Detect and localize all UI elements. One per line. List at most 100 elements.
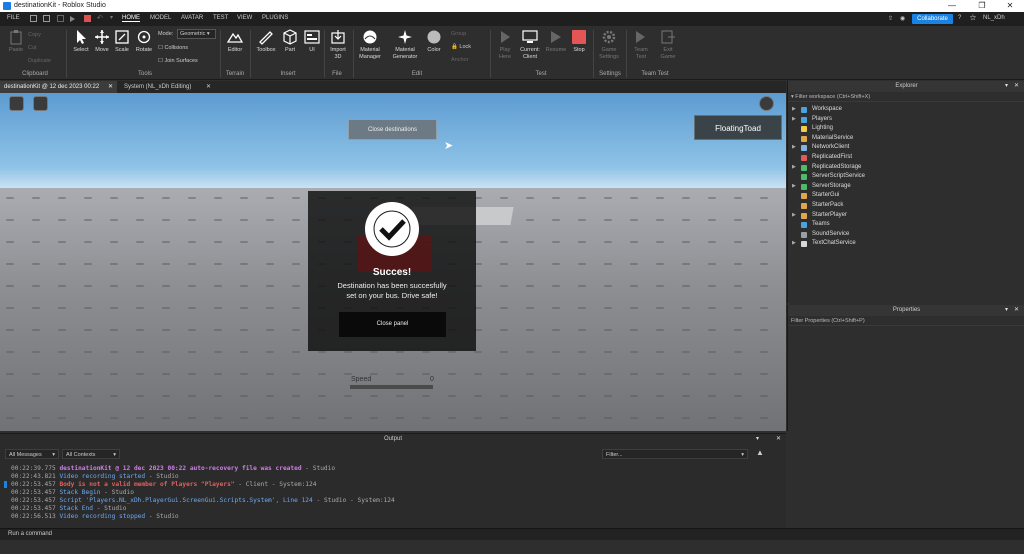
import-icon bbox=[331, 30, 345, 44]
chevron-right-icon[interactable]: ▶ bbox=[792, 182, 796, 192]
lock-button[interactable]: 🔒 Lock bbox=[451, 44, 471, 50]
contexts-filter-dropdown[interactable]: All Contexts ▾ bbox=[62, 449, 120, 459]
tab-model[interactable]: MODEL bbox=[150, 15, 171, 21]
paste-button[interactable]: Paste bbox=[5, 29, 27, 54]
chevron-right-icon[interactable]: ▶ bbox=[792, 105, 796, 115]
resume-button[interactable]: Resume bbox=[545, 29, 567, 54]
command-bar[interactable]: Run a command bbox=[0, 528, 1024, 540]
clear-output-icon[interactable]: ▲ bbox=[756, 448, 764, 457]
explorer-item[interactable]: Teams bbox=[788, 220, 1024, 230]
toolbox-button[interactable]: Toolbox bbox=[253, 29, 279, 54]
chevron-down-icon[interactable]: ▾ bbox=[1005, 82, 1008, 89]
part-button[interactable]: Part bbox=[281, 29, 299, 54]
close-icon[interactable]: ✕ bbox=[1014, 306, 1019, 313]
messages-filter-dropdown[interactable]: All Messages ▾ bbox=[5, 449, 59, 459]
exit-game-button[interactable]: Exit Game bbox=[656, 29, 680, 61]
stop-icon[interactable] bbox=[84, 15, 91, 22]
terrain-editor-button[interactable]: Editor bbox=[224, 29, 246, 54]
tab-system-script[interactable]: System (NL_xDh Editing) ✕ bbox=[120, 81, 215, 93]
explorer-item[interactable]: StarterPack bbox=[788, 201, 1024, 211]
explorer-item[interactable]: ▶ StarterPlayer bbox=[788, 211, 1024, 221]
game-settings-button[interactable]: Game Settings bbox=[596, 29, 622, 61]
chevron-down-icon[interactable]: ▾ bbox=[1005, 306, 1008, 313]
ui-button[interactable]: UI bbox=[303, 29, 321, 54]
material-manager-button[interactable]: Material Manager bbox=[355, 29, 385, 61]
tab-plugins[interactable]: PLUGINS bbox=[262, 15, 288, 21]
undo-icon[interactable]: ↶ bbox=[97, 14, 104, 22]
rotate-button[interactable]: Rotate bbox=[133, 29, 155, 54]
current-client-button[interactable]: Current: Client bbox=[517, 29, 543, 61]
select-button[interactable]: Select bbox=[71, 29, 91, 54]
explorer-item[interactable]: ▶ Workspace bbox=[788, 105, 1024, 115]
explorer-item[interactable]: ▶ TextChatService bbox=[788, 239, 1024, 249]
restore-icon[interactable]: ❐ bbox=[968, 1, 996, 11]
open-file-icon[interactable] bbox=[43, 15, 50, 22]
share-link-icon[interactable]: ⚝ bbox=[970, 15, 976, 22]
import3d-button[interactable]: Import 3D bbox=[326, 29, 350, 61]
mode-select[interactable]: Geometric ▾ bbox=[177, 29, 216, 39]
tab-destinationkit[interactable]: destinationKit @ 12 dec 2023 00:22 ✕ bbox=[0, 81, 117, 93]
close-icon[interactable]: ✕ bbox=[776, 435, 781, 442]
explorer-filter-input[interactable]: ▾ Filter workspace (Ctrl+Shift+X) bbox=[788, 93, 1024, 102]
explorer-item[interactable]: MaterialService bbox=[788, 134, 1024, 144]
chevron-right-icon[interactable]: ▶ bbox=[792, 115, 796, 125]
user-name[interactable]: NL_xDh bbox=[983, 15, 1005, 21]
close-icon[interactable]: ✕ bbox=[108, 83, 113, 90]
output-filter-input[interactable]: Filter... ▾ bbox=[602, 449, 748, 459]
save-icon[interactable] bbox=[57, 15, 64, 22]
share-icon[interactable]: ⇧ bbox=[888, 15, 893, 22]
stop-button[interactable]: Stop bbox=[569, 29, 589, 54]
minimize-icon[interactable]: — bbox=[938, 1, 966, 11]
explorer-item[interactable]: ▶ ServerStorage bbox=[788, 182, 1024, 192]
tab-test[interactable]: TEST bbox=[213, 15, 228, 21]
anchor-button[interactable]: Anchor bbox=[451, 57, 468, 63]
close-icon[interactable]: ✕ bbox=[206, 83, 211, 90]
collisions-checkbox[interactable]: ☐ Collisions bbox=[158, 45, 188, 51]
explorer-item[interactable]: Lighting bbox=[788, 124, 1024, 134]
chevron-right-icon[interactable]: ▶ bbox=[792, 143, 796, 153]
close-panel-button[interactable]: Close panel bbox=[339, 312, 446, 337]
scale-button[interactable]: Scale bbox=[112, 29, 132, 54]
play-icon[interactable] bbox=[70, 16, 75, 22]
chevron-down-icon[interactable]: ▾ bbox=[756, 435, 759, 442]
color-button[interactable]: Color bbox=[424, 29, 444, 54]
help-icon[interactable]: ? bbox=[958, 15, 961, 21]
explorer-item[interactable]: ServerScriptService bbox=[788, 172, 1024, 182]
tab-home[interactable]: HOME bbox=[122, 15, 140, 22]
cut-button[interactable]: Cut bbox=[28, 45, 37, 51]
chevron-right-icon[interactable]: ▶ bbox=[792, 211, 796, 221]
tab-view[interactable]: VIEW bbox=[237, 15, 252, 21]
play-here-button[interactable]: Play Here bbox=[494, 29, 516, 61]
explorer-item[interactable]: StarterGui bbox=[788, 191, 1024, 201]
tab-avatar[interactable]: AVATAR bbox=[181, 15, 203, 21]
chevron-right-icon[interactable]: ▶ bbox=[792, 163, 796, 173]
material-generator-button[interactable]: Material Generator bbox=[389, 29, 421, 61]
explorer-item[interactable]: ReplicatedFirst bbox=[788, 153, 1024, 163]
explorer-item[interactable]: SoundService bbox=[788, 230, 1024, 240]
new-file-icon[interactable] bbox=[30, 15, 37, 22]
duplicate-button[interactable]: Duplicate bbox=[28, 58, 51, 64]
command-input[interactable]: Run a command bbox=[8, 531, 52, 537]
close-icon[interactable]: ✕ bbox=[1014, 82, 1019, 89]
more-options-icon[interactable] bbox=[759, 96, 774, 111]
chevron-down-icon[interactable]: ▾ bbox=[110, 14, 117, 21]
copy-button[interactable]: Copy bbox=[28, 32, 41, 38]
close-icon[interactable]: ✕ bbox=[996, 1, 1024, 11]
close-destinations-button[interactable]: Close destinations bbox=[348, 119, 437, 140]
explorer-item[interactable]: ▶ NetworkClient bbox=[788, 143, 1024, 153]
explorer-item[interactable]: ▶ ReplicatedStorage bbox=[788, 163, 1024, 173]
explorer-item[interactable]: ▶ Players bbox=[788, 115, 1024, 125]
properties-filter-input[interactable]: Filter Properties (Ctrl+Shift+P) bbox=[788, 317, 1024, 326]
collaborate-button[interactable]: Collaborate bbox=[912, 14, 953, 24]
group-button[interactable]: Group bbox=[451, 31, 466, 37]
chat-icon[interactable] bbox=[33, 96, 48, 111]
join-surfaces-checkbox[interactable]: ☐ Join Surfaces bbox=[158, 58, 198, 64]
chevron-right-icon[interactable]: ▶ bbox=[792, 239, 796, 249]
game-viewport[interactable]: Close destinations ➤ FloatingToad Succes… bbox=[0, 93, 786, 431]
team-test-button[interactable]: Team Test bbox=[629, 29, 653, 61]
service-icon bbox=[801, 126, 807, 133]
move-button[interactable]: Move bbox=[92, 29, 112, 54]
roblox-menu-icon[interactable] bbox=[9, 96, 24, 111]
notifications-icon[interactable]: ◉ bbox=[900, 15, 905, 22]
file-menu[interactable]: FILE bbox=[7, 15, 20, 21]
